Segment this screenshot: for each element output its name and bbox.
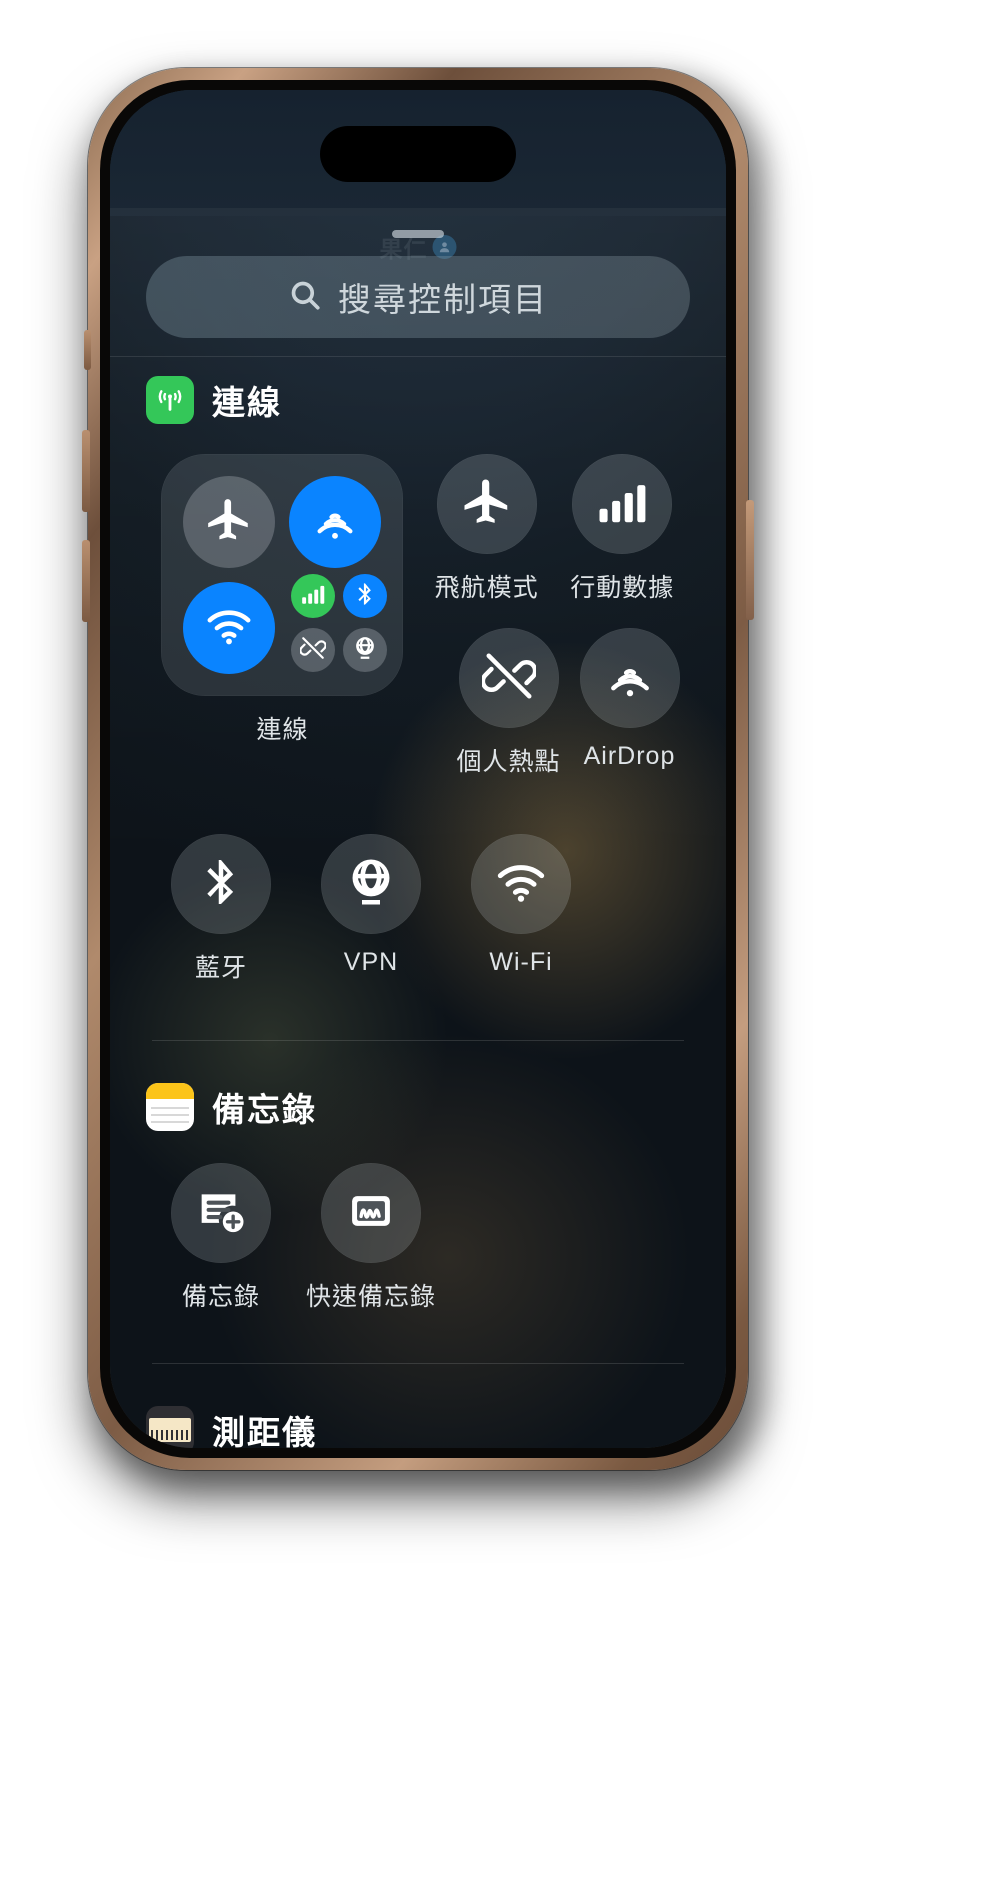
tile-bluetooth-button[interactable] xyxy=(171,834,271,934)
screenshot-canvas: 果仁 搜尋控制項目 xyxy=(0,0,1000,1890)
hotspot-link-icon xyxy=(299,635,328,666)
volume-down-button[interactable] xyxy=(82,540,90,622)
vpn-globe-icon xyxy=(352,635,378,666)
search-placeholder: 搜尋控制項目 xyxy=(338,281,548,318)
notes-row: 備忘錄 快速備忘錄 xyxy=(110,1163,726,1313)
bluetooth-icon xyxy=(194,855,248,914)
tile-cellular-data-button[interactable] xyxy=(572,454,673,554)
module-cellular-data-button[interactable] xyxy=(291,574,336,618)
connectivity-module[interactable] xyxy=(161,454,404,696)
tile-label: 飛航模式 xyxy=(434,574,539,602)
section-title-connectivity: 連線 xyxy=(212,384,282,421)
control-center-scroll[interactable]: 連線 連線 飛航模式 行動數據 個人熱點 AirDrop 藍牙 VPN Wi-F… xyxy=(110,354,726,1448)
notes-app-icon xyxy=(146,1083,194,1131)
module-personal-hotspot-button[interactable] xyxy=(291,628,336,672)
tile-label: 備忘錄 xyxy=(181,1283,260,1311)
section-title-measure: 測距儀 xyxy=(212,1414,317,1448)
control-center-panel: 搜尋控制項目 連線 連線 飛航模式 行動數據 個人熱點 AirDrop 藍牙 V… xyxy=(110,208,726,1448)
tile-vpn-button[interactable] xyxy=(321,834,421,934)
tile-wifi[interactable]: Wi-Fi xyxy=(446,834,596,984)
tile-wifi-button[interactable] xyxy=(471,834,571,934)
bluetooth-icon xyxy=(352,581,378,612)
tile-new-note-button[interactable] xyxy=(171,1163,271,1263)
dynamic-island xyxy=(320,126,516,182)
cellular-bars-icon xyxy=(595,475,649,534)
airdrop-icon xyxy=(603,649,657,708)
quick-note-icon xyxy=(344,1184,398,1243)
tile-label: 行動數據 xyxy=(570,574,675,602)
tile-vpn[interactable]: VPN xyxy=(296,834,446,984)
volume-up-button[interactable] xyxy=(82,430,90,512)
tile-personal-hotspot-button[interactable] xyxy=(458,628,559,728)
section-header-notes: 備忘錄 xyxy=(110,1083,726,1131)
tile-cellular-data[interactable]: 行動數據 xyxy=(554,454,690,604)
tile-label: 個人熱點 xyxy=(456,748,561,776)
section-header-connectivity: 連線 xyxy=(110,376,726,424)
sheet-grabber-handle[interactable] xyxy=(392,230,444,238)
section-divider-1 xyxy=(152,1040,684,1041)
connectivity-row-3: 藍牙 VPN Wi-Fi xyxy=(110,834,726,984)
module-airplane-mode-button[interactable] xyxy=(183,476,276,568)
tile-label: 快速備忘錄 xyxy=(305,1283,436,1311)
tile-label: Wi-Fi xyxy=(489,948,553,976)
power-button[interactable] xyxy=(746,500,754,620)
wifi-icon xyxy=(204,601,254,656)
airplane-icon xyxy=(460,475,514,534)
connectivity-module-label: 連線 xyxy=(256,716,309,744)
module-vpn-button[interactable] xyxy=(343,628,388,672)
radio-tower-icon xyxy=(146,376,194,424)
module-wifi-button[interactable] xyxy=(183,582,276,674)
hotspot-link-icon xyxy=(480,649,537,708)
silent-switch[interactable] xyxy=(84,330,91,370)
module-bluetooth-button[interactable] xyxy=(343,574,388,618)
section-header-measure: 測距儀 xyxy=(110,1406,726,1448)
tile-label: AirDrop xyxy=(583,742,676,770)
tile-quick-note[interactable]: 快速備忘錄 xyxy=(296,1163,446,1313)
tile-airdrop-button[interactable] xyxy=(579,628,680,728)
tile-label: 藍牙 xyxy=(194,954,247,982)
search-icon xyxy=(288,278,322,317)
tile-quick-note-button[interactable] xyxy=(321,1163,421,1263)
tile-bluetooth[interactable]: 藍牙 xyxy=(146,834,296,984)
search-input[interactable]: 搜尋控制項目 xyxy=(146,256,690,338)
wifi-icon xyxy=(494,855,548,914)
phone-screen: 果仁 搜尋控制項目 xyxy=(110,90,726,1448)
tile-personal-hotspot[interactable]: 個人熱點 xyxy=(448,628,569,778)
section-title-notes: 備忘錄 xyxy=(212,1091,317,1128)
tile-airdrop[interactable]: AirDrop xyxy=(569,628,690,778)
tile-new-note[interactable]: 備忘錄 xyxy=(146,1163,296,1313)
new-note-icon xyxy=(194,1184,248,1243)
tile-label: VPN xyxy=(343,948,399,976)
tile-airplane-mode[interactable]: 飛航模式 xyxy=(419,454,555,604)
airdrop-icon xyxy=(310,495,360,550)
cellular-bars-icon xyxy=(300,581,326,612)
airplane-icon xyxy=(204,495,254,550)
section-divider-2 xyxy=(152,1363,684,1364)
module-airdrop-button[interactable] xyxy=(289,476,382,568)
vpn-globe-icon xyxy=(344,855,398,914)
tile-airplane-mode-button[interactable] xyxy=(436,454,537,554)
measure-app-icon xyxy=(146,1406,194,1448)
